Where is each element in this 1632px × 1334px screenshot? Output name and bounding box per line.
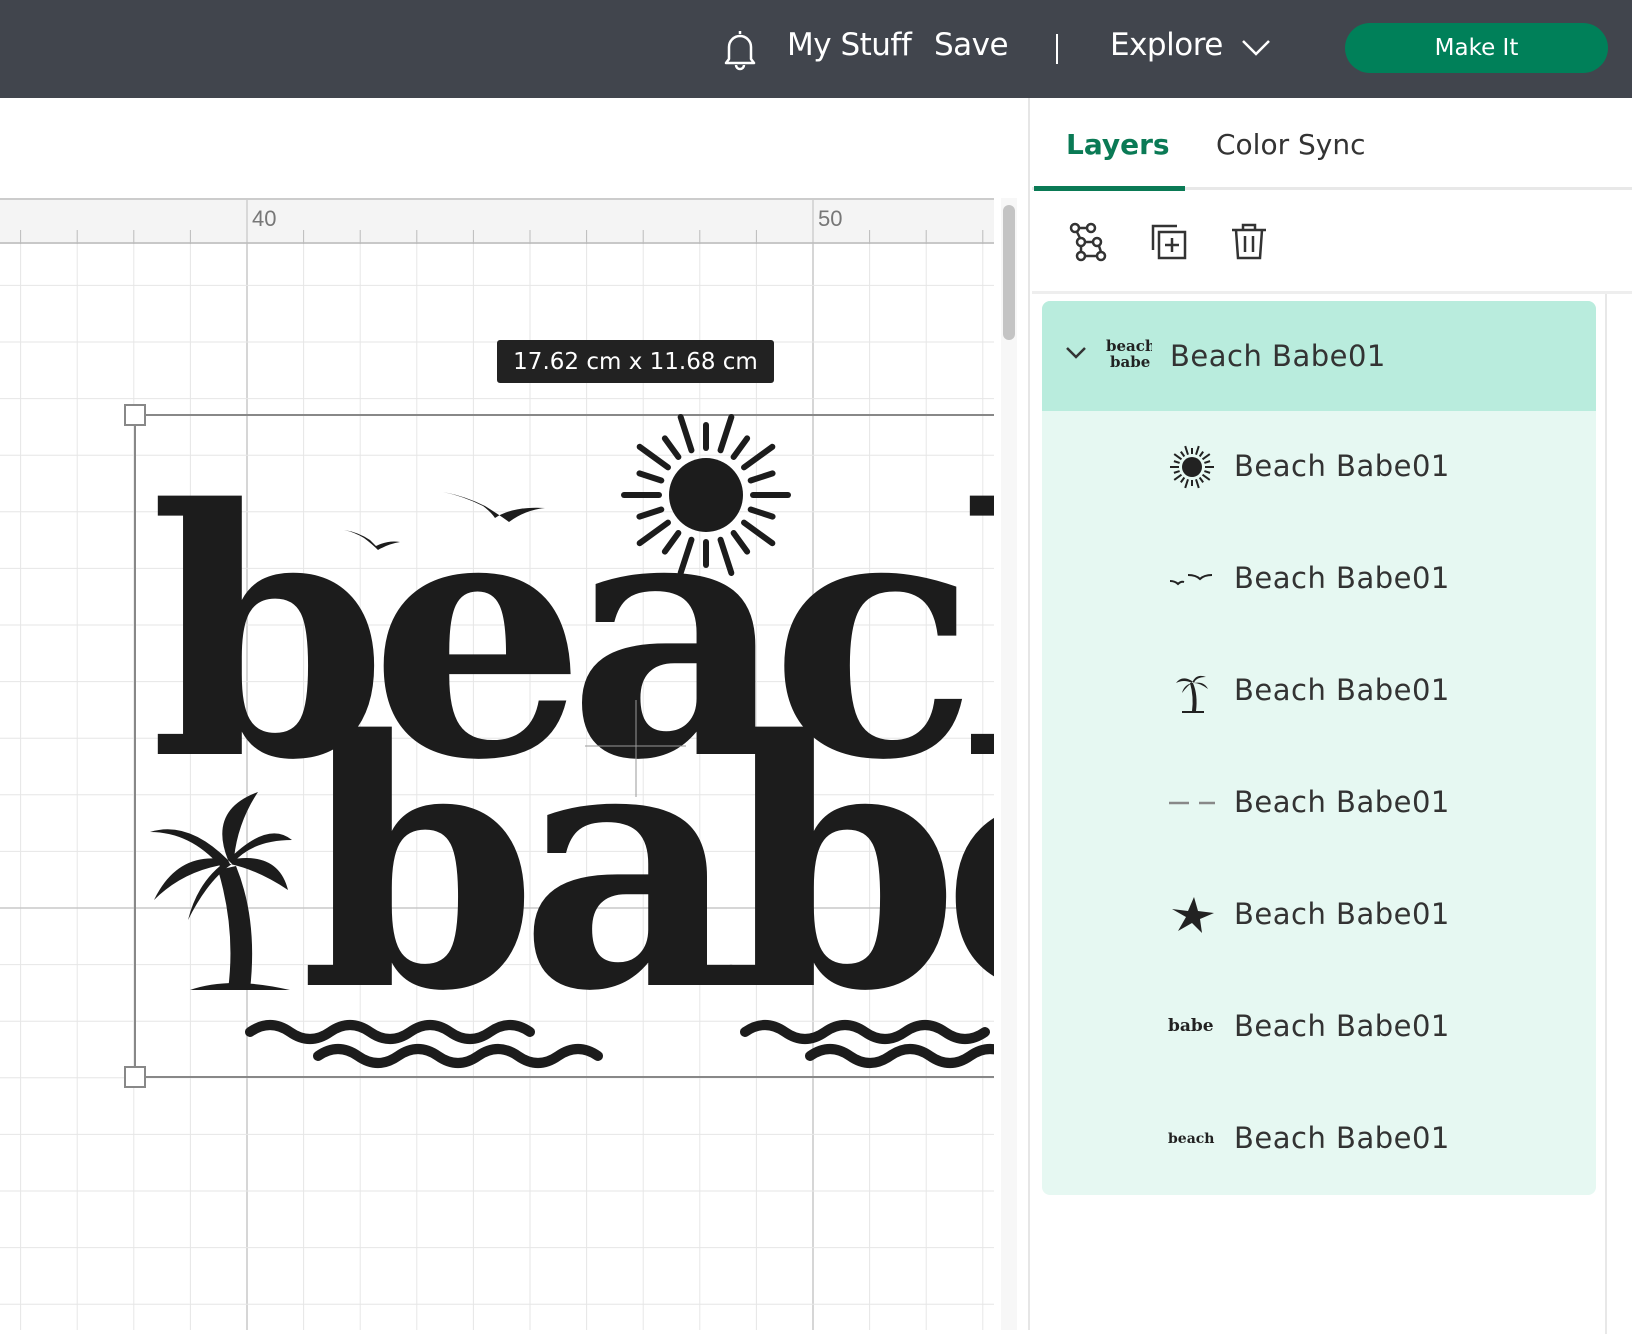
beach-babe-thumbnail: beachbabe [1106, 337, 1152, 371]
sun-ray [1195, 479, 1200, 489]
scrollbar-thumb[interactable] [1003, 205, 1015, 340]
sun-ray [1204, 470, 1211, 474]
layer-row[interactable]: Beach Babe01 [1042, 859, 1596, 971]
canvas-vertical-scrollbar[interactable] [1001, 198, 1017, 1330]
layer-name: Beach Babe01 [1234, 561, 1450, 595]
sun-ray [1180, 476, 1186, 483]
top-header: My Stuff Save Explore Make It [0, 0, 1632, 98]
sun-ray [1173, 473, 1183, 481]
svg-text:babe: babe [1110, 353, 1150, 371]
sun-ray [1184, 445, 1189, 455]
layer-name: Beach Babe01 [1234, 1121, 1450, 1155]
beach-text-thumbnail: beach [1168, 1131, 1214, 1147]
group-icon[interactable] [1067, 220, 1111, 264]
layer-row[interactable]: Beach Babe01 [1042, 635, 1596, 747]
sun-ray [1173, 453, 1183, 461]
save-button[interactable]: Save [934, 27, 1009, 63]
chevron-down-icon[interactable] [1064, 345, 1088, 361]
layer-row[interactable]: beach Beach Babe01 [1042, 1083, 1596, 1195]
babe-text: babe [300, 667, 994, 1066]
layer-group-row[interactable]: beach babe Beach Babe01 [1042, 301, 1596, 411]
sun-ray [1184, 479, 1189, 489]
layer-row[interactable]: Beach Babe01 [1042, 411, 1596, 523]
tab-color-sync[interactable]: Color Sync [1216, 128, 1366, 161]
resize-handle-top-left[interactable] [124, 404, 146, 426]
sun-ray [1201, 453, 1211, 461]
layer-row[interactable]: Beach Babe01 [1042, 523, 1596, 635]
layer-row[interactable]: babe Beach Babe01 [1042, 971, 1596, 1083]
design-canvas[interactable]: 40 50 beach babe [0, 98, 1028, 1330]
palm-tree-thumbnail [1176, 675, 1208, 713]
layers-list: beach babe Beach Babe01 Beach Babe01 Beac… [1042, 301, 1596, 1195]
sun-ray [1173, 470, 1180, 474]
layer-name: Beach Babe01 [1234, 1009, 1450, 1043]
explore-menu[interactable]: Explore [1110, 27, 1223, 63]
sun-ray [1201, 473, 1211, 481]
header-divider [1056, 34, 1058, 64]
layer-name: Beach Babe01 [1234, 785, 1450, 819]
delete-icon[interactable] [1227, 220, 1271, 264]
tab-layers[interactable]: Layers [1066, 128, 1170, 161]
dimensions-tooltip: 17.62 cm x 11.68 cm [497, 340, 774, 383]
chevron-down-icon[interactable] [1240, 36, 1272, 58]
toolbar-divider [1032, 291, 1632, 294]
active-tab-indicator [1034, 186, 1185, 191]
bell-icon[interactable] [720, 27, 760, 71]
waves-thumbnail [1169, 801, 1215, 805]
babe-text-thumbnail: babe [1168, 1016, 1214, 1036]
svg-text:babe: babe [1168, 1016, 1214, 1036]
sun-thumbnail [1170, 445, 1214, 489]
layer-name: Beach Babe01 [1234, 673, 1450, 707]
sun-ray [1173, 460, 1180, 464]
layers-scrollbar[interactable] [1605, 294, 1607, 1334]
birds-thumbnail [1169, 574, 1213, 586]
sun-ray [1195, 445, 1200, 455]
layer-name: Beach Babe01 [1170, 339, 1386, 373]
layer-name: Beach Babe01 [1234, 897, 1450, 931]
starfish-thumbnail [1172, 897, 1214, 933]
artwork[interactable]: beach babe [0, 98, 994, 1330]
svg-text:beach: beach [1168, 1131, 1214, 1147]
layer-name: Beach Babe01 [1234, 449, 1450, 483]
duplicate-icon[interactable] [1147, 220, 1191, 264]
resize-handle-bottom-left[interactable] [124, 1066, 146, 1088]
my-stuff-link[interactable]: My Stuff [787, 27, 912, 63]
sun-ray [1198, 451, 1204, 458]
layer-row[interactable]: Beach Babe01 [1042, 747, 1596, 859]
sun-ray [1198, 476, 1204, 483]
make-it-button[interactable]: Make It [1345, 23, 1608, 73]
sun-ray [1180, 451, 1186, 458]
sun-ray [1204, 460, 1211, 464]
layers-panel: Layers Color Sync beach babe Beach Babe01… [1028, 98, 1632, 1334]
